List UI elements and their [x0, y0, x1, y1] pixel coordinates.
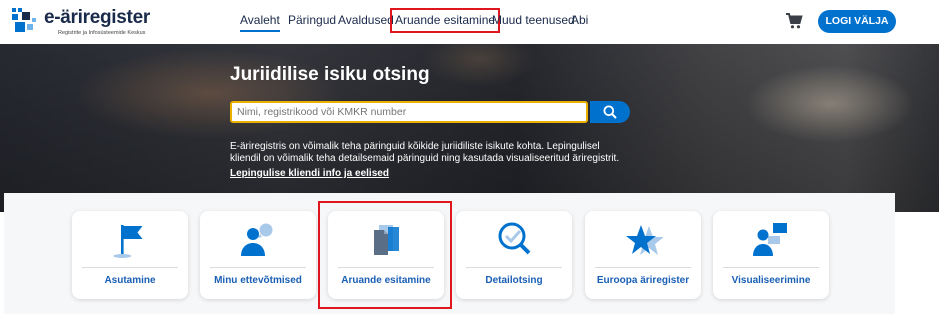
highlight-box: [318, 201, 452, 309]
shopping-cart-icon[interactable]: [785, 12, 803, 30]
card-minu-ettevotmised[interactable]: Minu ettevõtmised: [200, 211, 316, 299]
card-label: Euroopa äriregister: [596, 275, 690, 286]
hero-description: E-äriregistris on võimalik teha päringui…: [230, 141, 620, 164]
person-chat-icon: [238, 219, 278, 259]
card-visualiseerimine[interactable]: Visualiseerimine: [713, 211, 829, 299]
logo[interactable]: e-äriregister Registrite ja Infosüsteemi…: [12, 6, 162, 38]
card-label: Visualiseerimine: [731, 275, 811, 286]
logo-subtitle: Registrite ja Infosüsteemide Keskus: [58, 30, 146, 36]
card-label: Minu ettevõtmised: [214, 275, 302, 286]
person-chart-icon: [751, 219, 791, 259]
card-label: Detailotsing: [485, 275, 543, 286]
top-header: e-äriregister Registrite ja Infosüsteemi…: [0, 0, 939, 44]
nav-avaldused[interactable]: Avaldused: [338, 12, 394, 32]
card-label: Asutamine: [104, 275, 156, 286]
flag-icon: [110, 219, 150, 259]
hero-overlay: [0, 44, 939, 212]
logout-button[interactable]: LOGI VÄLJA: [818, 10, 896, 33]
search-button[interactable]: [590, 101, 630, 123]
hero-title: Juriidilise isiku otsing: [230, 64, 430, 85]
star-icon: [623, 219, 664, 259]
nav-aruande-esitamine[interactable]: Aruande esitamine: [389, 8, 501, 33]
card-euroopa-ariregister[interactable]: Euroopa äriregister: [585, 211, 701, 299]
card-detailotsing[interactable]: Detailotsing: [456, 211, 572, 299]
nav-abi[interactable]: Abi: [571, 12, 588, 32]
card-asutamine[interactable]: Asutamine: [72, 211, 188, 299]
search-input[interactable]: [230, 101, 588, 123]
contract-client-link[interactable]: Lepingulise kliendi info ja eelised: [230, 168, 389, 179]
nav-avaleht[interactable]: Avaleht: [240, 12, 280, 32]
magnifier-check-icon: [494, 219, 534, 259]
logo-mark-icon: [12, 8, 40, 34]
nav-paringud[interactable]: Päringud: [288, 12, 336, 32]
logo-title: e-äriregister: [44, 7, 150, 28]
hero-banner: [0, 44, 939, 212]
search-icon: [603, 105, 617, 119]
nav-muud-teenused[interactable]: Muud teenused: [492, 12, 575, 32]
